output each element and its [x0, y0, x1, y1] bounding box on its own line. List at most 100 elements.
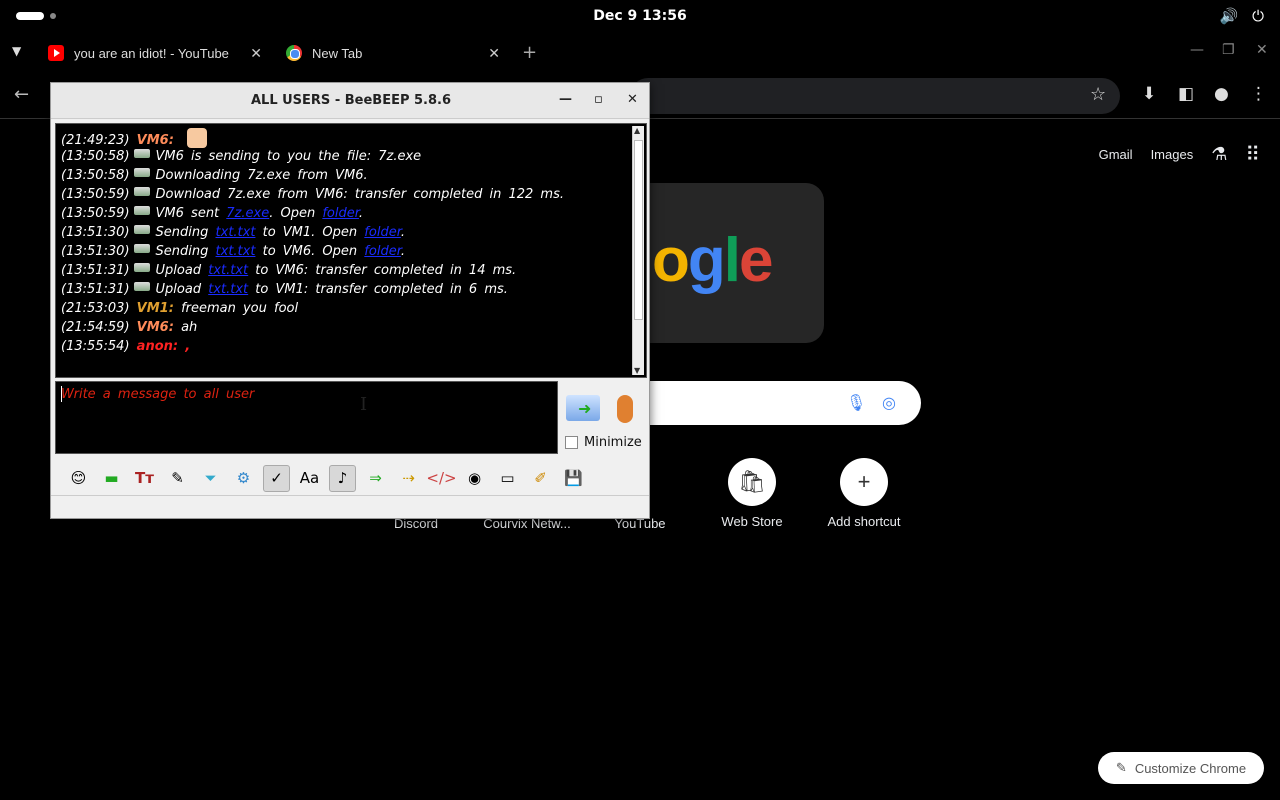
- chat-line: (21:54:59) VM6: ah: [61, 320, 198, 335]
- chat-line: (13:51:31) Upload txt.txt to VM6: transfe…: [61, 263, 517, 278]
- download-icon[interactable]: ⬇: [1142, 84, 1156, 104]
- profile-icon[interactable]: ●: [1214, 84, 1229, 104]
- mic-icon[interactable]: 🎙: [846, 393, 866, 412]
- chat-line: (13:51:30) Sending txt.txt to VM1. Open f…: [61, 225, 405, 240]
- window-restore-icon[interactable]: ❐: [1222, 42, 1235, 58]
- thumbs-up-icon: [187, 128, 208, 148]
- web-store-icon: 🛍: [728, 458, 776, 506]
- file-link[interactable]: txt.txt: [208, 282, 248, 297]
- beebeep-window: ALL USERS - BeeBEEP 5.8.6 — ▫ ✕ (21:49:2…: [50, 82, 650, 519]
- settings-gears-icon[interactable]: ⚙: [230, 465, 257, 492]
- file-transfer-icon: [133, 168, 150, 177]
- back-arrow-icon[interactable]: ←: [14, 84, 29, 105]
- google-doodle[interactable]: ogle: [648, 183, 824, 343]
- shell-icon[interactable]: ▭: [494, 465, 521, 492]
- code-icon[interactable]: </>: [426, 465, 456, 492]
- message-input[interactable]: Write a message to all user: [55, 381, 558, 454]
- chat-line: (13:50:58) VM6 is sending to you the file…: [61, 149, 422, 164]
- chat-line: (13:50:59) VM6 sent 7z.exe. Open folder.: [61, 206, 364, 221]
- minimize-label: Minimize: [584, 435, 642, 450]
- bookmark-star-icon[interactable]: ☆: [1090, 84, 1106, 105]
- chrome-icon: [286, 45, 302, 61]
- shortcut-web-store[interactable]: 🛍 Web Store: [696, 458, 808, 529]
- tab-youtube[interactable]: you are an idiot! - YouTube ✕: [48, 36, 262, 70]
- images-link[interactable]: Images: [1151, 147, 1194, 162]
- youtube-icon: [48, 45, 64, 61]
- close-icon[interactable]: ✕: [488, 45, 500, 62]
- text-cursor-icon: I: [360, 394, 368, 415]
- chat-lines: (21:49:23) VM6: (13:50:58) VM6 is sending…: [61, 128, 631, 356]
- gmail-link[interactable]: Gmail: [1099, 147, 1133, 162]
- chat-history[interactable]: (21:49:23) VM6: (13:50:58) VM6 is sending…: [55, 123, 647, 378]
- doodle-logo-text: ogle: [652, 226, 773, 295]
- screenshot-icon[interactable]: ◉: [461, 465, 488, 492]
- emoji-smiley-icon[interactable]: 😊: [65, 465, 92, 492]
- folder-link[interactable]: folder: [322, 206, 359, 221]
- power-icon[interactable]: ⏻: [1252, 7, 1264, 25]
- tab-search-chevron-icon[interactable]: ▼: [12, 44, 21, 58]
- nudge-icon[interactable]: ▬: [98, 465, 125, 492]
- color-pen-icon[interactable]: ✎: [164, 465, 191, 492]
- file-link[interactable]: txt.txt: [216, 225, 256, 240]
- send-message-icon[interactable]: [566, 395, 600, 421]
- chat-line: (13:50:59) Download 7z.exe from VM6: tran…: [61, 187, 564, 202]
- file-transfer-icon: [133, 187, 150, 196]
- tab-new-tab[interactable]: New Tab ✕: [286, 36, 500, 70]
- chat-line: (13:55:54) anon: ,: [61, 339, 191, 354]
- volume-icon[interactable]: 🔊: [1219, 7, 1238, 25]
- file-link[interactable]: txt.txt: [208, 263, 248, 278]
- customize-label: Customize Chrome: [1134, 760, 1247, 776]
- send-folder-icon[interactable]: ⇢: [395, 465, 422, 492]
- lens-camera-icon[interactable]: ◎: [882, 393, 896, 412]
- voice-message-microphone-icon[interactable]: [617, 395, 633, 423]
- clipboard-edit-icon[interactable]: ✐: [527, 465, 554, 492]
- scroll-down-icon[interactable]: ▼: [634, 366, 640, 375]
- ntp-header-links: Gmail Images ⚗ ⠿: [1099, 142, 1260, 167]
- address-bar[interactable]: [630, 78, 1120, 114]
- file-transfer-icon: [133, 244, 150, 253]
- labs-flask-icon[interactable]: ⚗: [1211, 144, 1227, 165]
- file-link[interactable]: txt.txt: [216, 244, 256, 259]
- folder-link[interactable]: folder: [364, 225, 401, 240]
- search-box[interactable]: 🎙 ◎: [640, 381, 921, 425]
- side-panel-icon[interactable]: ◧: [1178, 84, 1194, 104]
- folder-link[interactable]: folder: [364, 244, 401, 259]
- scroll-up-icon[interactable]: ▲: [634, 126, 640, 135]
- close-icon[interactable]: ✕: [627, 92, 638, 107]
- file-transfer-icon: [133, 282, 150, 291]
- file-transfer-icon: [133, 149, 150, 158]
- window-close-icon[interactable]: ✕: [1256, 42, 1268, 58]
- send-file-icon[interactable]: ⇒: [362, 465, 389, 492]
- customize-chrome-button[interactable]: ✎ Customize Chrome: [1098, 752, 1264, 784]
- minimize-icon[interactable]: —: [559, 92, 572, 107]
- clock[interactable]: Dec 9 13:56: [0, 8, 1280, 24]
- filter-icon[interactable]: ⏷: [197, 465, 224, 492]
- font-icon[interactable]: Tт: [131, 465, 158, 492]
- checkbox-box[interactable]: [565, 436, 578, 449]
- shortcut-label: Add shortcut: [827, 514, 901, 529]
- chat-line: (21:53:03) VM1: freeman you fool: [61, 301, 299, 316]
- window-minimize-icon[interactable]: —: [1190, 42, 1204, 58]
- tab-title: you are an idiot! - YouTube: [74, 45, 229, 61]
- system-tray[interactable]: 🔊 ⏻: [1219, 7, 1264, 25]
- chat-line: (13:50:58) Downloading 7z.exe from VM6.: [61, 168, 368, 183]
- window-titlebar[interactable]: ALL USERS - BeeBEEP 5.8.6 — ▫ ✕: [51, 83, 649, 119]
- sound-icon[interactable]: ♪: [329, 464, 356, 492]
- close-icon[interactable]: ✕: [250, 45, 262, 62]
- maximize-icon[interactable]: ▫: [594, 92, 603, 107]
- save-icon[interactable]: 💾: [560, 465, 587, 492]
- minimize-checkbox[interactable]: Minimize: [565, 435, 642, 450]
- menu-kebab-icon[interactable]: ⋮: [1250, 84, 1267, 104]
- file-transfer-icon: [133, 225, 150, 234]
- word-completer-icon[interactable]: Aa: [296, 465, 323, 492]
- file-link[interactable]: 7z.exe: [226, 206, 269, 221]
- new-tab-button[interactable]: +: [522, 42, 537, 63]
- apps-grid-icon[interactable]: ⠿: [1245, 142, 1260, 167]
- spellcheck-icon[interactable]: ✓: [263, 464, 290, 492]
- chat-line: (21:49:23) VM6:: [61, 128, 631, 148]
- chat-line: (13:51:31) Upload txt.txt to VM1: transfe…: [61, 282, 508, 297]
- scroll-thumb[interactable]: [634, 140, 643, 320]
- status-bar: [51, 495, 649, 518]
- chat-scrollbar[interactable]: ▲ ▼: [632, 126, 644, 375]
- shortcut-add[interactable]: + Add shortcut: [808, 458, 920, 529]
